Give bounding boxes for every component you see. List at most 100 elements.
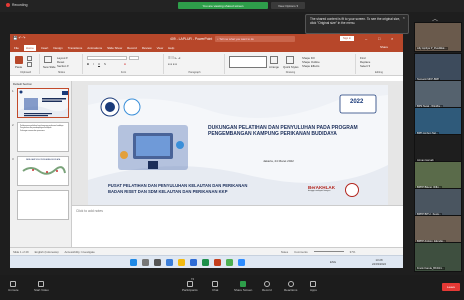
tab-review[interactable]: Review (142, 46, 152, 50)
current-slide[interactable]: 2022 DUKUNGAN PELATIHAN DAN PENYULUHAN P… (88, 85, 388, 205)
tab-design[interactable]: Design (53, 46, 62, 50)
slide-thumbnail-2[interactable]: Pelaksanaan pelatihan bagi kampung perik… (17, 122, 69, 152)
participant-tile[interactable]: BPP-Ambon Nel... (414, 107, 462, 137)
select-button[interactable]: Select ▾ (360, 64, 370, 68)
search-taskbar-icon[interactable] (142, 259, 149, 266)
autosave-icon[interactable]: 💾 ↶ ↷ (13, 36, 26, 40)
tab-slide-show[interactable]: Slide Show (107, 46, 122, 50)
copy-icon[interactable] (27, 62, 32, 67)
thumb-number: 1 (12, 89, 14, 93)
font-name-select[interactable] (87, 56, 127, 60)
slide-title-line-2: PENGEMBANGAN KAMPUNG PERIKANAN BUDIDAYA (208, 131, 337, 137)
participants-label: Participants (182, 288, 198, 292)
slide-thumbnail-3[interactable]: DATA KAMPUNG PERIKANAN BUDIDAYA (17, 156, 69, 186)
paste-button[interactable]: Paste (15, 65, 22, 69)
cut-icon[interactable] (27, 56, 32, 61)
arrange-icon[interactable] (270, 56, 278, 64)
participant-tile[interactable]: BPPP Bitung_Rifki... (414, 161, 462, 191)
tab-view[interactable]: View (157, 46, 163, 50)
chrome-icon[interactable] (226, 259, 233, 266)
slide-year-badge: 2022 (350, 99, 364, 105)
tab-record[interactable]: Record (127, 46, 137, 50)
zoom-slider[interactable] (313, 251, 344, 252)
berakhlak-logo: BerAKHLAK bangga melayani bangsa (308, 185, 340, 197)
zoom-taskbar-icon[interactable] (238, 259, 245, 266)
arrange-button[interactable]: Arrange (269, 65, 279, 69)
search-placeholder: Tell me what you want to do (219, 36, 254, 41)
shapes-gallery-icon[interactable] (229, 56, 267, 68)
start-video-button[interactable]: Start Video (34, 281, 49, 292)
participant-tile[interactable]: Lilly Aprilya P_Pusdiklat... (414, 22, 462, 52)
quick-styles-icon[interactable] (286, 56, 294, 64)
new-slide-button[interactable]: New Slide (43, 65, 56, 69)
font-color-icon[interactable]: A (124, 62, 126, 66)
tab-insert[interactable]: Insert (41, 46, 49, 50)
participant-tile[interactable]: BPS Tegal - Windhu... (414, 80, 462, 110)
minimize-icon[interactable]: – (365, 36, 367, 41)
participants-button[interactable]: Participants (182, 281, 198, 292)
chat-button[interactable]: Chat (212, 281, 218, 292)
notes-placeholder: Click to add notes (76, 209, 103, 213)
tab-animations[interactable]: Animations (87, 46, 102, 50)
font-size-select[interactable] (129, 56, 139, 60)
notes-pane[interactable]: Click to add notes (72, 205, 403, 247)
powerpoint-taskbar-icon[interactable] (214, 259, 221, 266)
tab-help[interactable]: Help (168, 46, 174, 50)
close-window-icon[interactable]: × (391, 36, 393, 41)
slide-thumbnail-4[interactable] (17, 190, 69, 220)
tab-transitions[interactable]: Transitions (68, 46, 83, 50)
edge-icon[interactable] (166, 259, 173, 266)
bullets-icon[interactable]: ☰ ☷ ⇤ ⇥ (168, 56, 180, 60)
unmute-button[interactable]: Unmute (8, 281, 19, 292)
share-button[interactable]: Share (380, 45, 388, 49)
section-header[interactable]: Default Section (13, 82, 32, 86)
shape-effects-button[interactable]: Shape Effects (302, 64, 319, 68)
status-zoom-level[interactable]: 37% (350, 250, 356, 254)
participant-tile[interactable]: Nursanti MKP-BRP (414, 53, 462, 83)
strikethrough-icon[interactable]: S (104, 62, 106, 66)
word-icon[interactable] (190, 259, 197, 266)
status-language[interactable]: English (Indonesia) (35, 250, 59, 254)
paste-icon[interactable] (15, 56, 23, 64)
new-slide-icon[interactable] (44, 56, 52, 63)
recording-indicator[interactable]: Recording (6, 3, 27, 7)
slide-thumbnail-1[interactable] (17, 88, 69, 118)
record-button[interactable]: Record (262, 281, 272, 292)
clock[interactable]: 13:28 24/03/2022 (372, 258, 386, 266)
tab-home[interactable]: Home (23, 45, 36, 51)
maximize-icon[interactable]: □ (378, 36, 380, 41)
share-banner: You are viewing shared screen (178, 2, 268, 9)
editing-label: Editing (375, 71, 383, 74)
apps-button[interactable]: Apps (310, 281, 317, 292)
language-indicator[interactable]: ENG (330, 260, 336, 264)
tab-file[interactable]: File (14, 46, 19, 50)
sign-in-button[interactable]: Sign in (340, 36, 354, 41)
status-accessibility[interactable]: Accessibility: Investigate (65, 250, 95, 254)
participant-tile[interactable]: Frank Karela_BKD24... (414, 242, 462, 272)
quick-styles-button[interactable]: Quick Styles (283, 65, 299, 69)
close-icon[interactable]: × (403, 15, 405, 20)
status-comments-button[interactable]: Comments (294, 250, 308, 254)
status-notes-button[interactable]: Notes (281, 250, 288, 254)
excel-icon[interactable] (202, 259, 209, 266)
screen: { "zoom": { "recording_label": "Recordin… (0, 0, 464, 300)
section-button[interactable]: Section ▾ (57, 64, 69, 68)
search-box[interactable]: ⌕ Tell me what you want to do (215, 35, 295, 42)
clipboard-group: Paste Clipboard (12, 54, 40, 74)
align-icons[interactable]: ≡ ≡ ≡ ≡ (168, 62, 177, 66)
file-explorer-icon[interactable] (178, 259, 185, 266)
task-view-icon[interactable] (154, 259, 161, 266)
participant-tile[interactable]: BPPP Ambon_Efendie... (414, 215, 462, 245)
windows-start-icon[interactable] (130, 259, 137, 266)
participant-tile[interactable]: BPPP BITU...Sugiy... (414, 188, 462, 218)
italic-icon[interactable]: I (93, 62, 94, 66)
slides-label: Slides (57, 71, 66, 74)
view-options-button[interactable]: View Options ▾ (271, 2, 305, 9)
bold-icon[interactable]: B (87, 62, 89, 66)
share-screen-icon (240, 281, 247, 287)
participant-tile[interactable]: Arman Hersah (414, 134, 462, 164)
underline-icon[interactable]: U (98, 62, 100, 66)
leave-button[interactable]: Leave (442, 283, 460, 291)
share-screen-button[interactable]: Share Screen (234, 281, 252, 292)
reactions-button[interactable]: Reactions (284, 281, 297, 292)
